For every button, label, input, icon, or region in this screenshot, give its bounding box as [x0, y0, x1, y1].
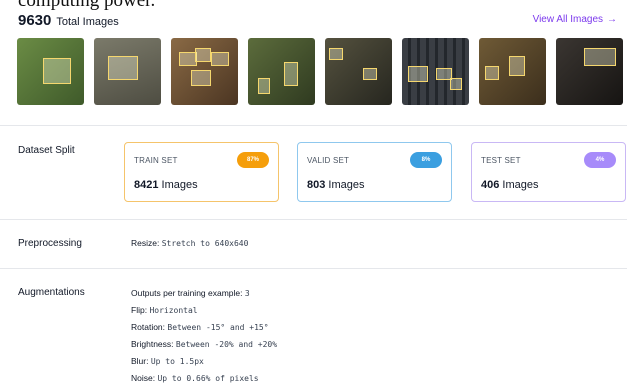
- cutoff-text: computing power.: [18, 0, 156, 11]
- test-set-badge: 4%: [584, 152, 616, 168]
- blur-setting: Blur: Up to 1.5px: [131, 356, 204, 366]
- noise-setting: Noise: Up to 0.66% of pixels: [131, 373, 259, 383]
- view-all-images-link[interactable]: View All Images →: [533, 14, 617, 25]
- arrow-right-icon: →: [607, 14, 617, 25]
- bird-image-1[interactable]: [17, 38, 84, 105]
- brightness-setting: Brightness: Between -20% and +20%: [131, 339, 278, 349]
- divider: [0, 125, 627, 126]
- rotation-setting: Rotation: Between -15° and +15°: [131, 322, 269, 332]
- resize-setting: Resize: Stretch to 640x640: [131, 238, 249, 248]
- valid-set-title: VALID SET: [307, 156, 350, 165]
- bird-image-4[interactable]: [248, 38, 315, 105]
- view-all-label: View All Images: [532, 14, 603, 25]
- divider: [0, 268, 627, 269]
- test-set-count: 406 Images: [481, 179, 539, 191]
- train-set-count: 8421 Images: [134, 179, 198, 191]
- preprocessing-label: Preprocessing: [18, 238, 82, 249]
- test-set-title: TEST SET: [481, 156, 521, 165]
- valid-set-badge: 8%: [410, 152, 442, 168]
- train-set-title: TRAIN SET: [134, 156, 178, 165]
- bird-image-2[interactable]: [94, 38, 161, 105]
- test-set-card[interactable]: TEST SET 4% 406 Images: [471, 142, 626, 202]
- train-set-card[interactable]: TRAIN SET 87% 8421 Images: [124, 142, 279, 202]
- flip-setting: Flip: Horizontal: [131, 305, 198, 315]
- bird-image-7[interactable]: [479, 38, 546, 105]
- divider: [0, 219, 627, 220]
- train-set-badge: 87%: [237, 152, 269, 168]
- valid-set-card[interactable]: VALID SET 8% 803 Images: [297, 142, 452, 202]
- total-count: 9630: [18, 12, 52, 29]
- dataset-split-label: Dataset Split: [18, 145, 75, 156]
- bird-image-3[interactable]: [171, 38, 238, 105]
- outputs-per-example: Outputs per training example: 3: [131, 288, 250, 298]
- total-images: 9630 Total Images: [18, 12, 119, 29]
- valid-set-count: 803 Images: [307, 179, 365, 191]
- total-label: Total Images: [56, 16, 119, 28]
- bird-image-8[interactable]: [556, 38, 623, 105]
- thumbnail-strip: [17, 38, 623, 105]
- bird-image-6[interactable]: [402, 38, 469, 105]
- bird-image-5[interactable]: [325, 38, 392, 105]
- augmentations-label: Augmentations: [18, 287, 85, 298]
